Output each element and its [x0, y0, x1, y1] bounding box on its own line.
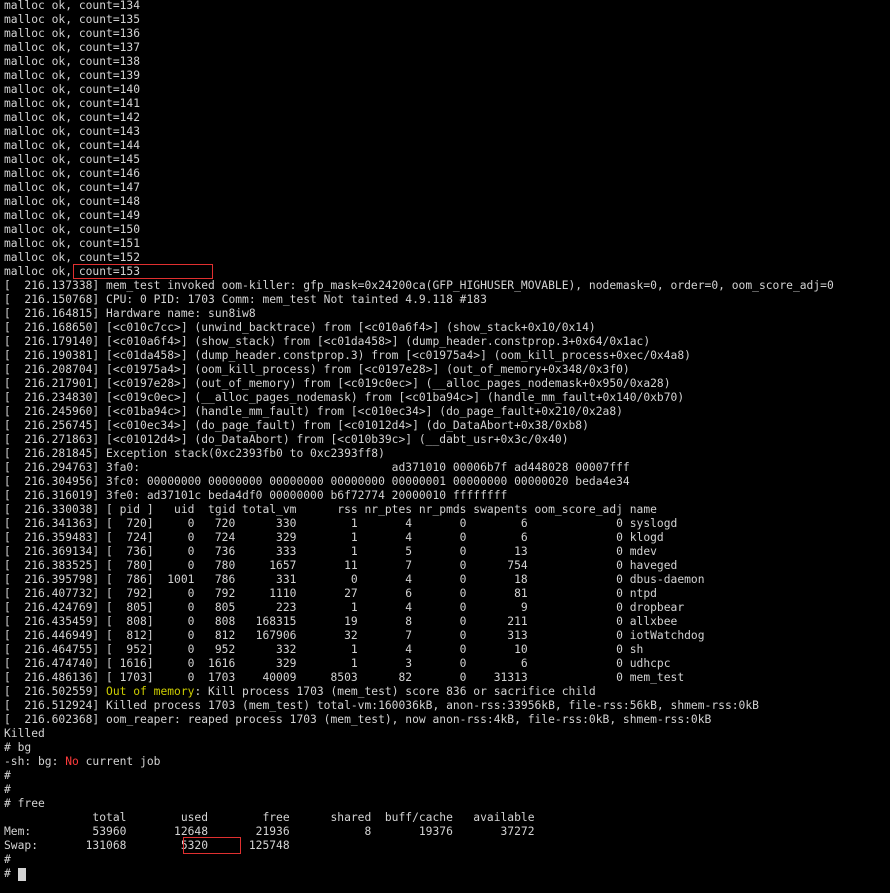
terminal-line: #	[4, 783, 11, 796]
terminal-line-oom: [ 216.502559] Out of memory: Kill proces…	[4, 685, 596, 699]
terminal-line: malloc ok, count=135	[4, 13, 141, 26]
oom-message: : Kill process 1703 (mem_test) score 836…	[194, 685, 596, 698]
terminal-line: [ 216.435459] [ 808] 0 808 168315 19 8 0…	[4, 615, 678, 628]
bg-error-prefix: -sh: bg:	[4, 755, 66, 768]
terminal-line: [ 216.179140] [<c010a6f4>] (show_stack) …	[4, 335, 651, 348]
terminal-line: [ 216.168650] [<c010c7cc>] (unwind_backt…	[4, 321, 596, 334]
terminal-line: [ 216.512924] Killed process 1703 (mem_t…	[4, 699, 759, 712]
terminal-line: malloc ok, count=149	[4, 209, 141, 222]
terminal-line: [ 216.208704] [<c01975a4>] (oom_kill_pro…	[4, 363, 630, 376]
terminal-line: malloc ok, count=151	[4, 237, 141, 250]
terminal-line: [ 216.164815] Hardware name: sun8iw8	[4, 307, 256, 320]
log-timestamp: [ 216.502559]	[4, 685, 107, 698]
terminal-line: Mem: 53960 12648 21936 8 19376 37272	[4, 825, 535, 838]
terminal-line: #	[4, 769, 11, 782]
terminal-line: malloc ok, count=143	[4, 125, 141, 138]
terminal-line: malloc ok, count=148	[4, 195, 141, 208]
terminal-line: malloc ok, count=147	[4, 181, 141, 194]
terminal-line: [ 216.369134] [ 736] 0 736 333 1 5 0 13 …	[4, 545, 657, 558]
terminal-line-bg-error: -sh: bg: No current job	[4, 755, 160, 769]
terminal-line: [ 216.330038] [ pid ] uid tgid total_vm …	[4, 503, 657, 516]
terminal-line: malloc ok, count=137	[4, 41, 141, 54]
terminal-line: [ 216.256745] [<c010ec34>] (do_page_faul…	[4, 419, 589, 432]
terminal-prompt-line: #	[4, 867, 18, 880]
terminal-line: malloc ok, count=144	[4, 139, 141, 152]
terminal-line: [ 216.217901] [<c0197e28>] (out_of_memor…	[4, 377, 671, 390]
terminal-line: malloc ok, count=146	[4, 167, 141, 180]
terminal-line: [ 216.341363] [ 720] 0 720 330 1 4 0 6 0…	[4, 517, 678, 530]
terminal-line: malloc ok, count=152	[4, 251, 141, 264]
terminal-line: [ 216.281845] Exception stack(0xc2393fb0…	[4, 447, 385, 460]
terminal-line: malloc ok, count=142	[4, 111, 141, 124]
terminal-line: [ 216.407732] [ 792] 0 792 1110 27 6 0 8…	[4, 587, 657, 600]
terminal-line: # free	[4, 797, 45, 810]
count-153-highlight-box	[73, 264, 213, 279]
bg-error-rest: current job	[78, 755, 161, 768]
terminal-line: [ 216.395798] [ 786] 1001 786 331 0 4 0 …	[4, 573, 705, 586]
out-of-memory-highlight: Out of memory	[106, 685, 195, 698]
terminal-line: [ 216.359483] [ 724] 0 724 329 1 4 0 6 0…	[4, 531, 664, 544]
terminal-line: Swap: 131068 5320 125748	[4, 839, 290, 852]
terminal-line: [ 216.474740] [ 1616] 0 1616 329 1 3 0 6…	[4, 657, 671, 670]
terminal-line: malloc ok, count=145	[4, 153, 141, 166]
terminal-line: [ 216.602368] oom_reaper: reaped process…	[4, 713, 712, 726]
no-highlight: No	[65, 755, 79, 768]
terminal-line: [ 216.486136] [ 1703] 0 1703 40009 8503 …	[4, 671, 685, 684]
terminal-line: total used free shared buff/cache availa…	[4, 811, 535, 824]
terminal-line: malloc ok, count=136	[4, 27, 141, 40]
terminal-line: [ 216.271863] [<c01012d4>] (do_DataAbort…	[4, 433, 569, 446]
terminal-window[interactable]: malloc ok, count=134 malloc ok, count=135…	[0, 0, 890, 893]
terminal-line: [ 216.137338] mem_test invoked oom-kille…	[4, 279, 834, 292]
terminal-line: malloc ok, count=150	[4, 223, 141, 236]
terminal-line: # bg	[4, 741, 32, 754]
swap-used-highlight-box	[183, 837, 241, 854]
terminal-line: [ 216.304956] 3fc0: 00000000 00000000 00…	[4, 475, 630, 488]
text-cursor	[18, 868, 26, 881]
terminal-line: malloc ok, count=139	[4, 69, 141, 82]
terminal-line: [ 216.234830] [<c019c0ec>] (__alloc_page…	[4, 391, 685, 404]
terminal-line: [ 216.383525] [ 780] 0 780 1657 11 7 0 7…	[4, 559, 678, 572]
terminal-line: Killed	[4, 727, 45, 740]
terminal-line: [ 216.150768] CPU: 0 PID: 1703 Comm: mem…	[4, 293, 487, 306]
terminal-line: [ 216.464755] [ 952] 0 952 332 1 4 0 10 …	[4, 643, 644, 656]
terminal-line: malloc ok, count=140	[4, 83, 141, 96]
terminal-line: malloc ok, count=141	[4, 97, 141, 110]
terminal-line: [ 216.446949] [ 812] 0 812 167906 32 7 0…	[4, 629, 705, 642]
terminal-line: malloc ok, count=134	[4, 0, 141, 12]
terminal-line: malloc ok, count=138	[4, 55, 141, 68]
terminal-line: [ 216.190381] [<c01da458>] (dump_header.…	[4, 349, 691, 362]
terminal-line: #	[4, 853, 11, 866]
terminal-line: [ 216.424769] [ 805] 0 805 223 1 4 0 9 0…	[4, 601, 685, 614]
terminal-line: [ 216.245960] [<c01ba94c>] (handle_mm_fa…	[4, 405, 623, 418]
terminal-line: [ 216.294763] 3fa0: ad371010 00006b7f ad…	[4, 461, 630, 474]
terminal-line: [ 216.316019] 3fe0: ad37101c beda4df0 00…	[4, 489, 508, 502]
